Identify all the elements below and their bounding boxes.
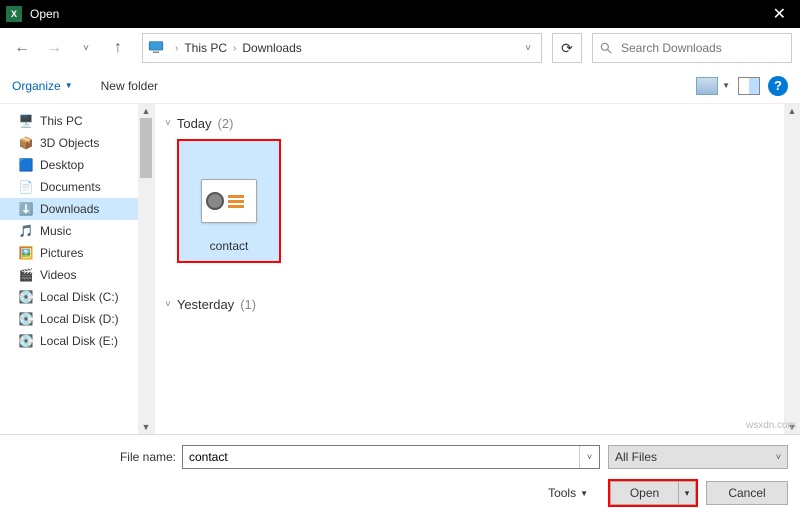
- open-button[interactable]: Open: [610, 481, 678, 505]
- scroll-up-icon: ▲: [788, 106, 797, 116]
- breadcrumb-sep-icon: ›: [171, 43, 182, 54]
- organize-button[interactable]: Organize▼: [12, 79, 73, 93]
- address-bar[interactable]: › This PC › Downloads ˅: [142, 33, 542, 63]
- scroll-up-icon: ▲: [142, 106, 151, 116]
- recent-locations-button[interactable]: ˅: [72, 34, 100, 62]
- pc-icon: 🖥️: [18, 113, 34, 129]
- close-button[interactable]: ✕: [765, 4, 794, 24]
- sidebar: 🖥️This PC 📦3D Objects 🟦Desktop 📄Document…: [0, 104, 155, 434]
- body: 🖥️This PC 📦3D Objects 🟦Desktop 📄Document…: [0, 104, 800, 434]
- sidebar-item-3d-objects[interactable]: 📦3D Objects: [0, 132, 154, 154]
- sidebar-item-disk-d[interactable]: 💽Local Disk (D:): [0, 308, 154, 330]
- sidebar-item-desktop[interactable]: 🟦Desktop: [0, 154, 154, 176]
- group-header-yesterday[interactable]: ˅ Yesterday (1): [165, 297, 790, 312]
- excel-app-icon: X: [6, 6, 22, 22]
- file-name-label: contact: [210, 239, 249, 253]
- cancel-button[interactable]: Cancel: [706, 481, 788, 505]
- open-button-group: Open ▾: [608, 479, 698, 507]
- help-button[interactable]: ?: [768, 76, 788, 96]
- disk-icon: 💽: [18, 289, 34, 305]
- documents-icon: 📄: [18, 179, 34, 195]
- scroll-down-icon: ▼: [142, 422, 151, 432]
- downloads-icon: ⬇️: [18, 201, 34, 217]
- sidebar-item-pictures[interactable]: 🖼️Pictures: [0, 242, 154, 264]
- scrollbar-thumb[interactable]: [140, 118, 152, 178]
- content-scrollbar[interactable]: ▲▼: [784, 104, 800, 434]
- group-header-today[interactable]: ˅ Today (2): [165, 116, 790, 131]
- pictures-icon: 🖼️: [18, 245, 34, 261]
- pc-icon: [147, 38, 167, 58]
- file-type-filter[interactable]: All Files ˅: [608, 445, 788, 469]
- new-folder-button[interactable]: New folder: [101, 79, 158, 93]
- nav-row: ← → ˅ ↑ › This PC › Downloads ˅ ⟳: [0, 28, 800, 68]
- 3d-objects-icon: 📦: [18, 135, 34, 151]
- up-button[interactable]: ↑: [104, 34, 132, 62]
- disk-icon: 💽: [18, 333, 34, 349]
- desktop-icon: 🟦: [18, 157, 34, 173]
- view-mode-button[interactable]: [696, 77, 718, 95]
- search-icon: [599, 41, 619, 55]
- chevron-down-icon: ˅: [165, 118, 171, 129]
- toolbar: Organize▼ New folder ▼ ?: [0, 68, 800, 104]
- tools-menu[interactable]: Tools▼: [548, 486, 588, 500]
- search-input[interactable]: [619, 40, 785, 56]
- preview-pane-button[interactable]: [738, 77, 760, 95]
- search-box[interactable]: [592, 33, 792, 63]
- forward-button[interactable]: →: [40, 34, 68, 62]
- vcard-icon: [201, 179, 257, 223]
- breadcrumb-sep-icon: ›: [229, 43, 240, 54]
- sidebar-item-videos[interactable]: 🎬Videos: [0, 264, 154, 286]
- watermark: wsxdn.com: [746, 420, 796, 431]
- file-name-field[interactable]: ˅: [182, 445, 600, 469]
- breadcrumb-this-pc[interactable]: This PC: [182, 39, 229, 57]
- sidebar-item-music[interactable]: 🎵Music: [0, 220, 154, 242]
- sidebar-scrollbar[interactable]: ▲▼: [138, 104, 154, 434]
- file-name-label: File name:: [12, 450, 182, 464]
- bottom-panel: File name: ˅ All Files ˅ Tools▼ Open ▾ C…: [0, 434, 800, 515]
- chevron-down-icon: ˅: [165, 299, 171, 310]
- disk-icon: 💽: [18, 311, 34, 327]
- file-name-input[interactable]: [183, 450, 579, 464]
- chevron-down-icon: ▼: [65, 81, 73, 90]
- videos-icon: 🎬: [18, 267, 34, 283]
- sidebar-item-documents[interactable]: 📄Documents: [0, 176, 154, 198]
- sidebar-item-this-pc[interactable]: 🖥️This PC: [0, 110, 154, 132]
- file-item-contact[interactable]: contact: [177, 139, 281, 263]
- address-dropdown-icon[interactable]: ˅: [519, 43, 537, 54]
- titlebar: X Open ✕: [0, 0, 800, 28]
- music-icon: 🎵: [18, 223, 34, 239]
- chevron-down-icon: ˅: [776, 452, 781, 462]
- sidebar-item-disk-e[interactable]: 💽Local Disk (E:): [0, 330, 154, 352]
- open-split-button[interactable]: ▾: [678, 481, 696, 505]
- sidebar-item-downloads[interactable]: ⬇️Downloads: [0, 198, 154, 220]
- sidebar-item-disk-c[interactable]: 💽Local Disk (C:): [0, 286, 154, 308]
- back-button[interactable]: ←: [8, 34, 36, 62]
- dialog-title: Open: [30, 7, 59, 21]
- chevron-down-icon: ▼: [722, 81, 730, 90]
- refresh-button[interactable]: ⟳: [552, 33, 582, 63]
- chevron-down-icon: ▼: [580, 489, 588, 498]
- file-list: ˅ Today (2) contact ˅ Yesterday (1) ▲▼: [155, 104, 800, 434]
- file-name-dropdown-icon[interactable]: ˅: [579, 446, 599, 468]
- breadcrumb-downloads[interactable]: Downloads: [240, 39, 303, 57]
